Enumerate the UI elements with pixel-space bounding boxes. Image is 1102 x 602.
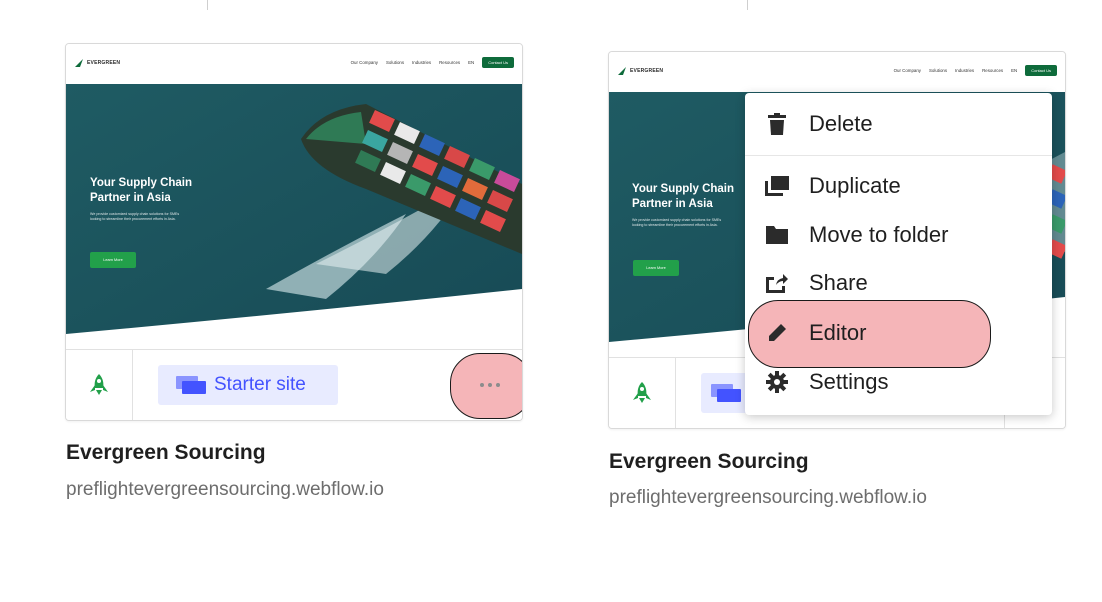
nav-link: EN [1011, 68, 1018, 73]
menu-item-editor[interactable]: Editor [745, 311, 1052, 355]
nav-cta: Contact Us [1025, 65, 1057, 76]
leaf-icon [618, 67, 626, 75]
hero-subtitle: We provide customized supply chain solut… [632, 218, 742, 229]
hero-subtitle-line: looking to streamline their procurement … [90, 217, 176, 222]
plan-icon [711, 384, 741, 402]
hero-subtitle: We provide customized supply chain solut… [90, 212, 270, 223]
site-title[interactable]: Evergreen Sourcing [609, 450, 809, 474]
brand-logo: EVERGREEN [617, 66, 663, 76]
site-url[interactable]: preflightevergreensourcing.webflow.io [609, 487, 927, 509]
brand-logo: EVERGREEN [74, 58, 120, 68]
menu-item-label: Delete [809, 111, 873, 136]
plan-badge[interactable]: Starter site [158, 365, 338, 405]
preview-navbar: EVERGREEN Our Company Solutions Industri… [66, 44, 522, 84]
nav-link: EN [468, 60, 475, 65]
context-menu: Delete Duplicate Move to folder Share Ed… [745, 93, 1052, 415]
nav-link: Industries [955, 68, 975, 73]
menu-item-label: Editor [809, 320, 867, 345]
menu-item-label: Move to folder [809, 222, 949, 247]
plan-icon [176, 376, 206, 394]
gear-icon [765, 370, 789, 394]
hero-title-line: Partner in Asia [90, 191, 171, 204]
leaf-icon [75, 59, 83, 67]
more-dots-icon [480, 383, 484, 387]
preview-navbar: EVERGREEN Our Company Solutions Industri… [609, 52, 1065, 92]
menu-item-share[interactable]: Share [745, 261, 1052, 305]
hero-title-line: Your Supply Chain [632, 183, 735, 195]
trash-icon [765, 112, 789, 136]
menu-item-label: Settings [809, 369, 889, 394]
hero-text: Your Supply Chain Partner in Asia We pro… [90, 176, 270, 223]
site-card[interactable]: EVERGREEN Our Company Solutions Industri… [65, 43, 523, 421]
plan-label: Starter site [214, 374, 306, 395]
logo-text: EVERGREEN [87, 60, 121, 66]
site-url[interactable]: preflightevergreensourcing.webflow.io [66, 479, 384, 501]
nav-link: Solutions [928, 68, 948, 73]
menu-item-delete[interactable]: Delete [745, 102, 1052, 146]
divider [207, 0, 208, 10]
folder-icon [765, 223, 789, 247]
hero-button: Learn More [633, 260, 679, 276]
hero-title: Your Supply Chain Partner in Asia [90, 176, 270, 206]
nav-link: Resources [439, 60, 461, 65]
logo-text: EVERGREEN [630, 68, 664, 74]
menu-item-settings[interactable]: Settings [745, 360, 1052, 404]
nav-link: Our Company [893, 68, 921, 73]
pencil-icon [765, 321, 789, 345]
hero-subtitle-line: looking to streamline their procurement … [632, 223, 718, 228]
menu-item-label: Duplicate [809, 173, 901, 198]
hero-title-line: Partner in Asia [632, 197, 713, 210]
site-thumbnail[interactable]: EVERGREEN Our Company Solutions Industri… [66, 44, 522, 349]
duplicate-icon [765, 174, 789, 198]
preview-nav-links: Our Company Solutions Industries Resourc… [894, 65, 1057, 76]
hero-title-line: Your Supply Chain [90, 177, 193, 189]
site-title[interactable]: Evergreen Sourcing [66, 441, 266, 465]
nav-link: Solutions [385, 60, 405, 65]
rocket-icon [90, 374, 108, 395]
divider [747, 0, 748, 10]
nav-link: Our Company [350, 60, 378, 65]
hero-button: Learn More [90, 252, 136, 268]
share-icon [765, 271, 789, 295]
more-dots-icon [488, 383, 492, 387]
preview-nav-links: Our Company Solutions Industries Resourc… [351, 57, 514, 68]
menu-item-duplicate[interactable]: Duplicate [745, 164, 1052, 208]
menu-divider [745, 155, 1052, 156]
rocket-cell [609, 358, 676, 428]
more-dots-icon [496, 383, 500, 387]
menu-item-label: Share [809, 270, 868, 295]
rocket-cell [66, 350, 133, 420]
more-options-button[interactable] [450, 353, 522, 417]
nav-cta: Contact Us [482, 57, 514, 68]
card-footer: Starter site [66, 349, 522, 420]
rocket-icon [633, 382, 651, 403]
menu-item-move-to-folder[interactable]: Move to folder [745, 213, 1052, 257]
nav-link: Industries [412, 60, 432, 65]
hero-text: Your Supply Chain Partner in Asia We pro… [632, 182, 762, 229]
nav-link: Resources [982, 68, 1004, 73]
hero-title: Your Supply Chain Partner in Asia [632, 182, 762, 212]
